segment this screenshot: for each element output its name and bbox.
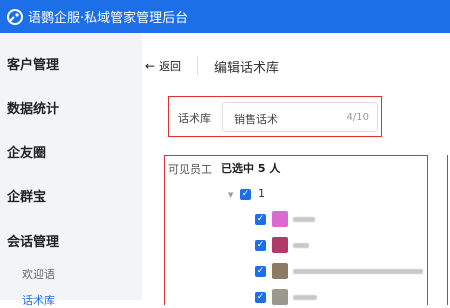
library-name-input[interactable]: 销售话术 4/10 xyxy=(222,102,378,132)
selected-count: 已选中 5 人 xyxy=(221,162,281,175)
member-checkbox[interactable]: ✓ xyxy=(255,292,266,303)
arrow-left-icon: ← xyxy=(145,59,156,73)
back-button[interactable]: ← 返回 xyxy=(145,58,181,74)
caret-down-icon[interactable]: ▼ xyxy=(228,191,233,199)
member-checkbox[interactable]: ✓ xyxy=(255,240,266,251)
library-name-label: 话术库 xyxy=(178,112,211,125)
sidebar-subitem-scripts[interactable]: 话术库 xyxy=(22,292,55,308)
page-header: ← 返回 编辑话术库 xyxy=(142,33,450,93)
visible-staff-section: 可见员工 已选中 5 人 ▼ ✓ 1 ✓ ✓ ✓ ✓ xyxy=(164,155,428,305)
avatar xyxy=(272,237,288,253)
sidebar-item-session-management[interactable]: 会话管理 xyxy=(7,231,59,250)
avatar xyxy=(272,263,288,279)
avatar xyxy=(272,289,288,305)
member-name-redacted xyxy=(293,217,315,222)
member-checkbox[interactable]: ✓ xyxy=(255,214,266,225)
member-name-redacted xyxy=(293,269,423,274)
page-title: 编辑话术库 xyxy=(214,61,280,76)
back-label: 返回 xyxy=(159,60,182,73)
sidebar-item-group-treasure[interactable]: 企群宝 xyxy=(7,186,46,205)
sidebar-item-customer-management[interactable]: 客户管理 xyxy=(7,54,59,73)
app-title: 语鹦企服·私域管家管理后台 xyxy=(28,11,189,26)
group-checkbox[interactable]: ✓ xyxy=(240,189,251,200)
header-divider xyxy=(197,57,198,75)
top-bar: 语鹦企服·私域管家管理后台 xyxy=(0,0,450,33)
library-name-counter: 4/10 xyxy=(346,112,369,123)
member-name-redacted xyxy=(293,295,317,300)
member-name-redacted xyxy=(293,243,309,248)
library-name-value: 销售话术 xyxy=(234,113,278,126)
visible-staff-label: 可见员工 xyxy=(168,163,212,176)
avatar xyxy=(272,211,288,227)
parrot-logo-icon xyxy=(7,8,23,25)
sidebar-item-moments[interactable]: 企友圈 xyxy=(7,142,46,161)
sidebar-item-data-statistics[interactable]: 数据统计 xyxy=(7,98,59,117)
member-checkbox[interactable]: ✓ xyxy=(255,266,266,277)
library-name-field: 话术库 销售话术 4/10 xyxy=(168,96,382,137)
sidebar-subitem-welcome[interactable]: 欢迎语 xyxy=(22,266,55,282)
group-label: 1 xyxy=(258,187,265,200)
sidebar: 客户管理 数据统计 企友圈 企群宝 会话管理 欢迎语 话术库 xyxy=(0,33,142,307)
